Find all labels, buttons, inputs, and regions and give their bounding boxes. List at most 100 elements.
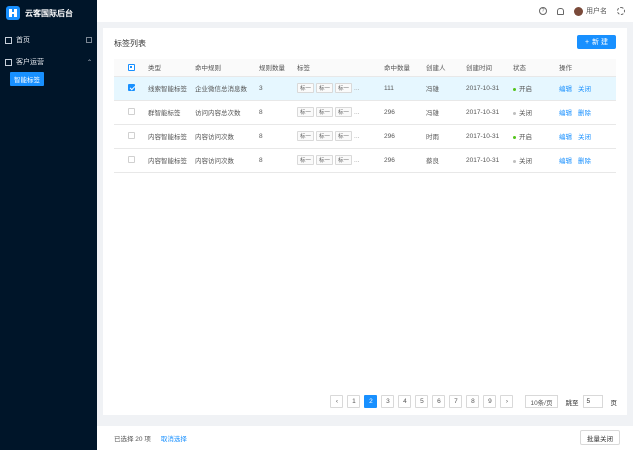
- cell-actions: 编辑 删除: [557, 100, 616, 125]
- tag: 标一: [335, 107, 353, 117]
- cell-tags: 标一 标一 标一...: [295, 100, 382, 125]
- cell-hits: 296: [382, 100, 424, 125]
- row-checkbox[interactable]: [127, 132, 135, 140]
- column-header: 操作: [557, 59, 616, 77]
- gear-icon[interactable]: [617, 7, 625, 15]
- column-header: 标签: [295, 59, 382, 77]
- user-menu[interactable]: 用户名: [574, 6, 607, 16]
- table-row[interactable]: 群智能标签 访问内容总次数 8 标一 标一 标一... 296 冯雄 2017-10…: [114, 100, 616, 125]
- status-dot-icon: [513, 111, 516, 115]
- cell-rule: 内容访问次数: [193, 148, 257, 173]
- edit-link[interactable]: 编辑: [559, 158, 572, 165]
- cell-hits: 111: [382, 76, 424, 101]
- chevron-up-icon: ⌃: [86, 59, 92, 66]
- cell-actions: 编辑 关闭: [557, 76, 616, 101]
- edit-link[interactable]: 编辑: [559, 110, 572, 117]
- status-text: 关闭: [519, 158, 532, 165]
- collapse-icon[interactable]: [86, 37, 92, 43]
- cell-rule-count: 8: [257, 100, 295, 125]
- tag: 标一: [297, 107, 315, 117]
- column-header: 状态: [511, 59, 557, 77]
- cell-status: 开启: [511, 76, 557, 101]
- cell-creator: 冯雄: [424, 76, 464, 101]
- customer-icon: [5, 58, 12, 66]
- page-button[interactable]: 8: [466, 395, 480, 408]
- tag: 标一: [335, 131, 353, 141]
- column-header: 命中数量: [382, 59, 424, 77]
- cell-type: 内容智能标签: [146, 148, 193, 173]
- row-checkbox[interactable]: [127, 84, 135, 92]
- sidebar-item-customer-ops[interactable]: 客户运营 ⌃: [0, 53, 97, 71]
- toggle-link[interactable]: 关闭: [578, 86, 591, 93]
- cell-rule: 访问内容总次数: [193, 100, 257, 125]
- jump-page-input[interactable]: 5: [582, 395, 603, 408]
- selected-count: 已选择 20 项: [114, 436, 151, 443]
- more-tags: ...: [354, 133, 360, 140]
- help-icon[interactable]: ?: [539, 7, 547, 15]
- tags-table: 类型 命中规则 规则数量 标签 命中数量 创建人 创建时间 状态 操作 线索智能…: [114, 59, 616, 173]
- sidebar-subitem-smart-tags[interactable]: 智能标签: [10, 72, 44, 86]
- edit-link[interactable]: 编辑: [559, 86, 572, 93]
- cell-type: 群智能标签: [146, 100, 193, 125]
- cell-tags: 标一 标一 标一...: [295, 124, 382, 149]
- page-button[interactable]: 9: [483, 395, 497, 408]
- page-button-current[interactable]: 2: [364, 395, 378, 408]
- page-suffix: 页: [610, 399, 618, 407]
- page-size-select[interactable]: 10条/页: [525, 395, 558, 408]
- cell-actions: 编辑 关闭: [557, 124, 616, 149]
- page-button[interactable]: 3: [381, 395, 395, 408]
- next-page-button[interactable]: ›: [500, 395, 514, 408]
- cell-created: 2017-10-31: [464, 76, 511, 101]
- cell-rule: 企业微信总消息数: [193, 76, 257, 101]
- page-button[interactable]: 1: [347, 395, 361, 408]
- cell-type: 线索智能标签: [146, 76, 193, 101]
- home-icon: [5, 36, 12, 44]
- column-header: 命中规则: [193, 59, 257, 77]
- cell-rule-count: 8: [257, 124, 295, 149]
- status-dot-icon: [513, 159, 516, 163]
- cell-hits: 296: [382, 124, 424, 149]
- plus-icon: +: [584, 38, 590, 46]
- row-checkbox[interactable]: [127, 108, 135, 116]
- cancel-selection-link[interactable]: 取消选择: [161, 433, 187, 443]
- toggle-link[interactable]: 关闭: [578, 134, 591, 141]
- bell-icon[interactable]: [557, 7, 564, 15]
- tag: 标一: [316, 107, 334, 117]
- top-header: ? 用户名: [97, 0, 633, 22]
- cell-creator: 时雨: [424, 124, 464, 149]
- cell-tags: 标一 标一 标一...: [295, 76, 382, 101]
- more-tags: ...: [354, 85, 360, 92]
- new-button[interactable]: + 新 建: [576, 35, 616, 49]
- pagination: ‹ 1 2 3 4 5 6 7 8 9 › 10条/页 跳至 5 页: [330, 395, 617, 408]
- page-button[interactable]: 4: [398, 395, 412, 408]
- tag: 标一: [335, 83, 353, 93]
- cell-hits: 296: [382, 148, 424, 173]
- cell-rule-count: 8: [257, 148, 295, 173]
- sidebar-item-home[interactable]: 首页: [0, 31, 97, 49]
- cell-created: 2017-10-31: [464, 148, 511, 173]
- row-checkbox[interactable]: [127, 156, 135, 164]
- tag: 标一: [335, 155, 353, 165]
- table-header-row: 类型 命中规则 规则数量 标签 命中数量 创建人 创建时间 状态 操作: [114, 59, 616, 77]
- more-tags: ...: [354, 157, 360, 164]
- cell-rule-count: 3: [257, 76, 295, 101]
- batch-close-button[interactable]: 批量关闭: [580, 430, 620, 445]
- status-dot-icon: [513, 87, 516, 91]
- page-button[interactable]: 6: [432, 395, 446, 408]
- username: 用户名: [586, 8, 607, 15]
- page-button[interactable]: 7: [449, 395, 463, 408]
- table-row[interactable]: 线索智能标签 企业微信总消息数 3 标一 标一 标一... 111 冯雄 2017-…: [114, 76, 616, 101]
- status-dot-icon: [513, 135, 516, 139]
- select-all-checkbox[interactable]: [127, 63, 135, 71]
- cell-creator: 冯雄: [424, 100, 464, 125]
- prev-page-button[interactable]: ‹: [330, 395, 344, 408]
- edit-link[interactable]: 编辑: [559, 134, 572, 141]
- cell-created: 2017-10-31: [464, 124, 511, 149]
- table-row[interactable]: 内容智能标签 内容访问次数 8 标一 标一 标一... 296 时雨 2017-10…: [114, 124, 616, 149]
- table-row[interactable]: 内容智能标签 内容访问次数 8 标一 标一 标一... 296 蔡良 2017-10…: [114, 148, 616, 173]
- page-button[interactable]: 5: [415, 395, 429, 408]
- cell-rule: 内容访问次数: [193, 124, 257, 149]
- cell-type: 内容智能标签: [146, 124, 193, 149]
- delete-link[interactable]: 删除: [578, 110, 591, 117]
- delete-link[interactable]: 删除: [578, 158, 591, 165]
